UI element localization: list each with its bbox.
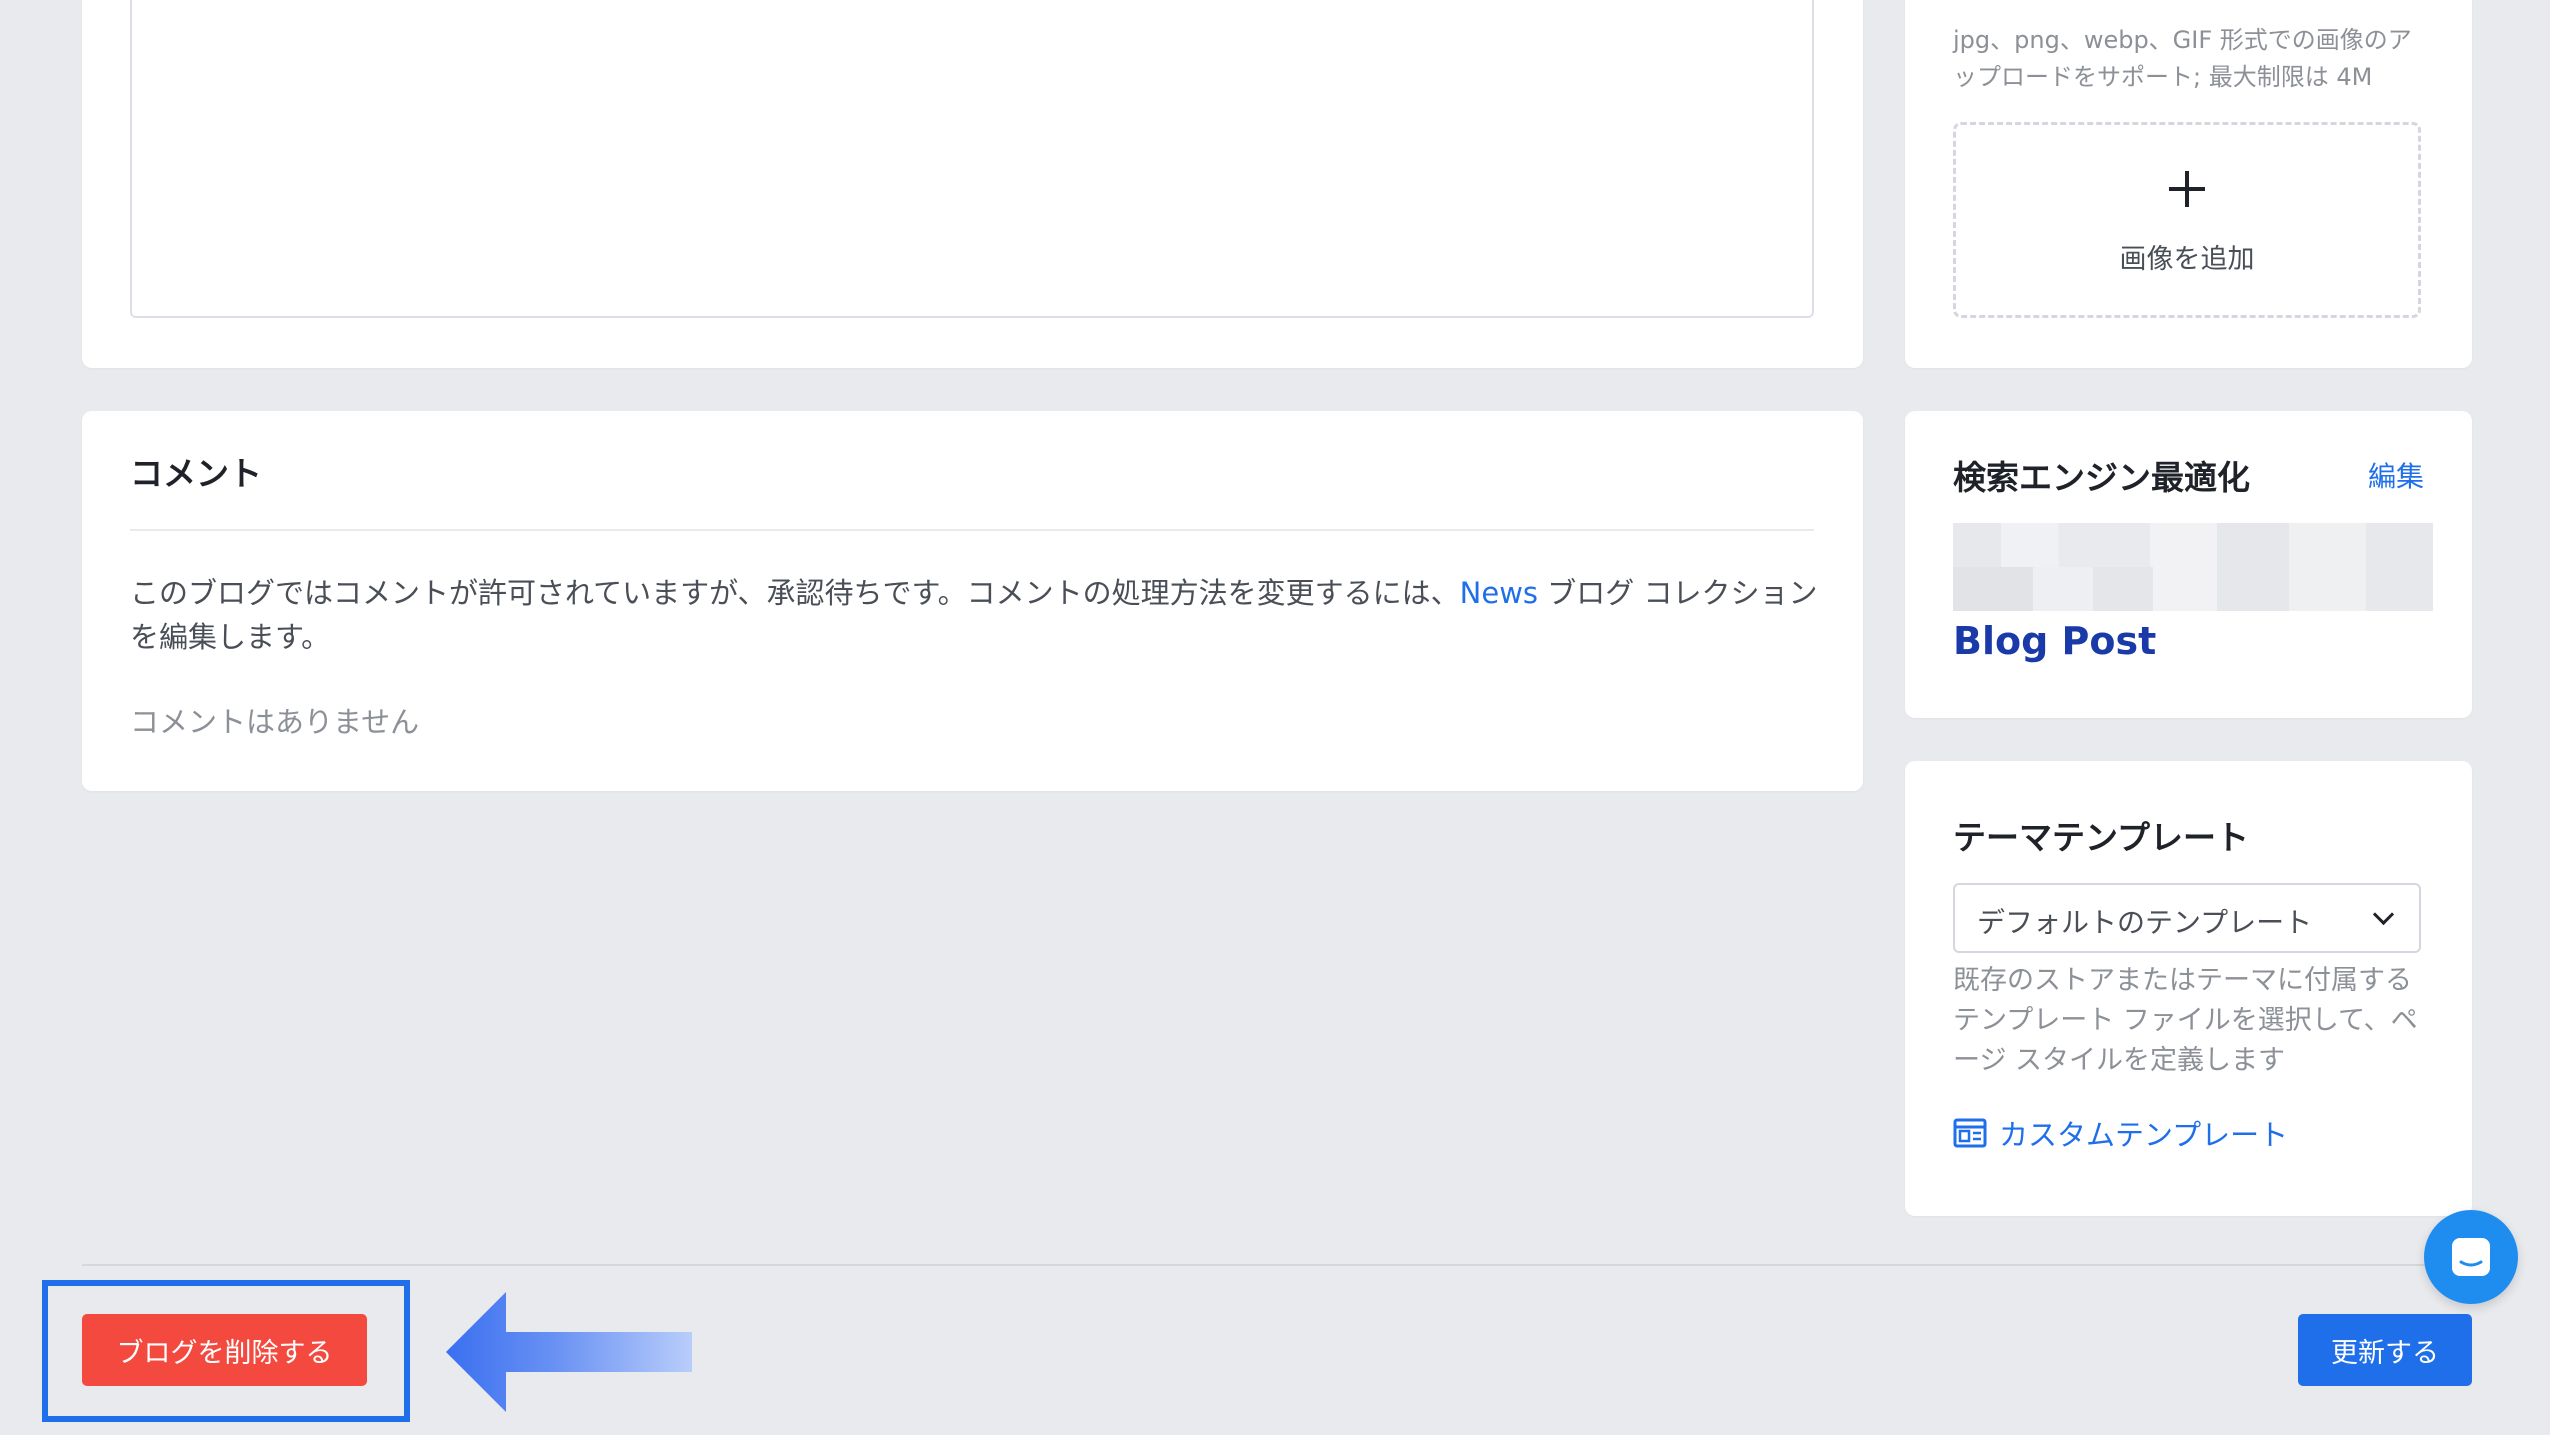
template-icon xyxy=(1953,1118,1987,1148)
seo-url-preview-blurred xyxy=(1953,523,2433,611)
theme-template-selected-value: デフォルトのテンプレート xyxy=(1977,906,2313,939)
seo-card: 検索エンジン最適化 編集 Blog Post xyxy=(1905,411,2472,718)
seo-preview-title: Blog Post xyxy=(1953,619,2157,663)
image-upload-card: jpg、png、webp、GIF 形式での画像のアップロードをサポート; 最大制… xyxy=(1905,0,2472,368)
theme-template-description: 既存のストアまたはテーマに付属するテンプレート ファイルを選択して、ページ スタ… xyxy=(1953,965,2418,1076)
comments-description-text: このブログではコメントが許可されていますが、承認待ちです。コメントの処理方法を変… xyxy=(130,576,1460,610)
custom-template-link[interactable]: カスタムテンプレート xyxy=(1953,1113,2288,1153)
add-image-label: 画像を追加 xyxy=(2119,244,2255,275)
theme-template-card: テーマテンプレート デフォルトのテンプレート 既存のストアまたはテーマに付属する… xyxy=(1905,761,2472,1216)
chat-support-button[interactable] xyxy=(2424,1210,2518,1304)
comments-card: コメント このブログではコメントが許可されていますが、承認待ちです。コメントの処… xyxy=(82,411,1863,791)
news-collection-link[interactable]: News xyxy=(1460,576,1538,610)
comments-divider xyxy=(130,529,1814,531)
content-editor-area[interactable] xyxy=(130,0,1814,318)
image-upload-hint: jpg、png、webp、GIF 形式での画像のアップロードをサポート; 最大制… xyxy=(1953,26,2412,91)
add-image-dropzone[interactable]: 画像を追加 xyxy=(1953,122,2421,318)
comments-description: このブログではコメントが許可されていますが、承認待ちです。コメントの処理方法を変… xyxy=(130,571,1820,659)
plus-icon xyxy=(2169,171,2205,207)
arrow-left-icon xyxy=(446,1292,692,1412)
content-editor-card xyxy=(82,0,1863,368)
chevron-down-icon xyxy=(2372,903,2395,926)
theme-template-title: テーマテンプレート xyxy=(1953,818,2250,857)
update-button[interactable]: 更新する xyxy=(2298,1314,2472,1386)
footer-divider xyxy=(82,1264,2472,1266)
delete-blog-button[interactable]: ブログを削除する xyxy=(82,1314,367,1386)
seo-edit-link[interactable]: 編集 xyxy=(2368,455,2424,495)
chat-icon xyxy=(2452,1238,2490,1276)
comments-title: コメント xyxy=(130,454,262,493)
custom-template-label: カスタムテンプレート xyxy=(1999,1118,2289,1152)
comments-empty-text: コメントはありません xyxy=(130,705,420,739)
theme-template-select[interactable]: デフォルトのテンプレート xyxy=(1953,883,2421,953)
seo-title: 検索エンジン最適化 xyxy=(1953,458,2250,497)
